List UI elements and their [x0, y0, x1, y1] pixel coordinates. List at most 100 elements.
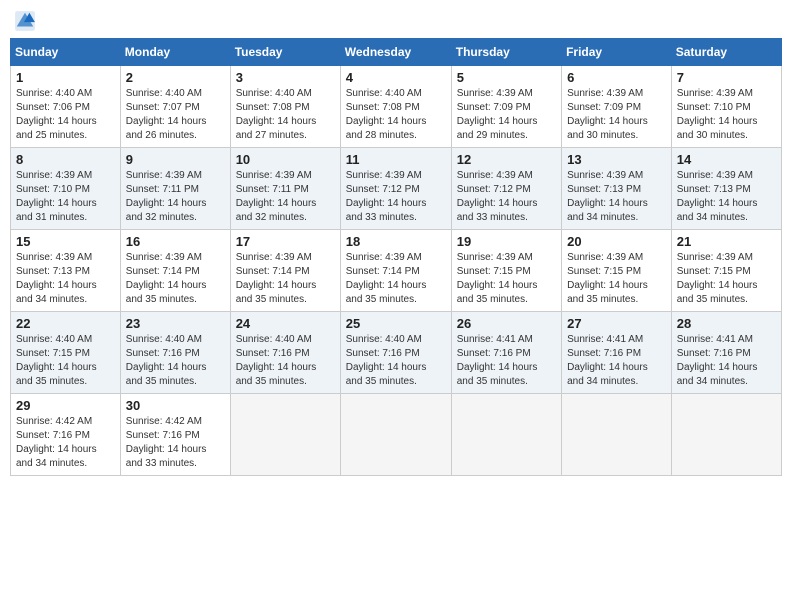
calendar-day-cell	[562, 394, 672, 476]
day-number: 8	[16, 152, 115, 167]
day-number: 1	[16, 70, 115, 85]
day-info: Sunrise: 4:39 AMSunset: 7:15 PMDaylight:…	[677, 251, 776, 307]
day-info: Sunrise: 4:39 AMSunset: 7:13 PMDaylight:…	[567, 169, 666, 225]
calendar-day-cell	[671, 394, 781, 476]
day-number: 17	[236, 234, 335, 249]
calendar-day-cell: 29 Sunrise: 4:42 AMSunset: 7:16 PMDaylig…	[11, 394, 121, 476]
calendar-week-row: 15 Sunrise: 4:39 AMSunset: 7:13 PMDaylig…	[11, 230, 782, 312]
calendar-day-cell: 6 Sunrise: 4:39 AMSunset: 7:09 PMDayligh…	[562, 66, 672, 148]
day-number: 19	[457, 234, 556, 249]
header-tuesday: Tuesday	[230, 39, 340, 66]
header-monday: Monday	[120, 39, 230, 66]
day-number: 20	[567, 234, 666, 249]
calendar-day-cell: 2 Sunrise: 4:40 AMSunset: 7:07 PMDayligh…	[120, 66, 230, 148]
calendar-week-row: 22 Sunrise: 4:40 AMSunset: 7:15 PMDaylig…	[11, 312, 782, 394]
day-info: Sunrise: 4:42 AMSunset: 7:16 PMDaylight:…	[16, 415, 115, 471]
day-info: Sunrise: 4:40 AMSunset: 7:15 PMDaylight:…	[16, 333, 115, 389]
calendar-day-cell: 8 Sunrise: 4:39 AMSunset: 7:10 PMDayligh…	[11, 148, 121, 230]
logo-icon	[14, 10, 36, 32]
calendar-day-cell: 4 Sunrise: 4:40 AMSunset: 7:08 PMDayligh…	[340, 66, 451, 148]
calendar-day-cell: 5 Sunrise: 4:39 AMSunset: 7:09 PMDayligh…	[451, 66, 561, 148]
calendar-day-cell	[340, 394, 451, 476]
day-info: Sunrise: 4:41 AMSunset: 7:16 PMDaylight:…	[677, 333, 776, 389]
day-info: Sunrise: 4:39 AMSunset: 7:15 PMDaylight:…	[457, 251, 556, 307]
calendar-day-cell: 7 Sunrise: 4:39 AMSunset: 7:10 PMDayligh…	[671, 66, 781, 148]
header-saturday: Saturday	[671, 39, 781, 66]
day-info: Sunrise: 4:42 AMSunset: 7:16 PMDaylight:…	[126, 415, 225, 471]
day-info: Sunrise: 4:39 AMSunset: 7:14 PMDaylight:…	[236, 251, 335, 307]
day-number: 10	[236, 152, 335, 167]
calendar-day-cell: 23 Sunrise: 4:40 AMSunset: 7:16 PMDaylig…	[120, 312, 230, 394]
header-friday: Friday	[562, 39, 672, 66]
calendar-day-cell: 21 Sunrise: 4:39 AMSunset: 7:15 PMDaylig…	[671, 230, 781, 312]
header-thursday: Thursday	[451, 39, 561, 66]
logo	[14, 10, 40, 32]
day-number: 5	[457, 70, 556, 85]
page-header	[10, 10, 782, 32]
day-number: 12	[457, 152, 556, 167]
calendar-day-cell: 10 Sunrise: 4:39 AMSunset: 7:11 PMDaylig…	[230, 148, 340, 230]
day-info: Sunrise: 4:39 AMSunset: 7:09 PMDaylight:…	[567, 87, 666, 143]
calendar-day-cell: 3 Sunrise: 4:40 AMSunset: 7:08 PMDayligh…	[230, 66, 340, 148]
calendar-day-cell: 9 Sunrise: 4:39 AMSunset: 7:11 PMDayligh…	[120, 148, 230, 230]
day-number: 30	[126, 398, 225, 413]
day-info: Sunrise: 4:40 AMSunset: 7:16 PMDaylight:…	[236, 333, 335, 389]
day-info: Sunrise: 4:40 AMSunset: 7:16 PMDaylight:…	[126, 333, 225, 389]
day-info: Sunrise: 4:40 AMSunset: 7:08 PMDaylight:…	[236, 87, 335, 143]
day-info: Sunrise: 4:39 AMSunset: 7:13 PMDaylight:…	[16, 251, 115, 307]
calendar-day-cell: 11 Sunrise: 4:39 AMSunset: 7:12 PMDaylig…	[340, 148, 451, 230]
calendar-week-row: 1 Sunrise: 4:40 AMSunset: 7:06 PMDayligh…	[11, 66, 782, 148]
day-number: 23	[126, 316, 225, 331]
calendar-day-cell: 14 Sunrise: 4:39 AMSunset: 7:13 PMDaylig…	[671, 148, 781, 230]
day-info: Sunrise: 4:39 AMSunset: 7:11 PMDaylight:…	[126, 169, 225, 225]
day-number: 13	[567, 152, 666, 167]
calendar-table: Sunday Monday Tuesday Wednesday Thursday…	[10, 38, 782, 476]
day-number: 14	[677, 152, 776, 167]
day-info: Sunrise: 4:39 AMSunset: 7:12 PMDaylight:…	[346, 169, 446, 225]
header-sunday: Sunday	[11, 39, 121, 66]
day-info: Sunrise: 4:40 AMSunset: 7:08 PMDaylight:…	[346, 87, 446, 143]
calendar-day-cell: 1 Sunrise: 4:40 AMSunset: 7:06 PMDayligh…	[11, 66, 121, 148]
day-info: Sunrise: 4:40 AMSunset: 7:06 PMDaylight:…	[16, 87, 115, 143]
calendar-day-cell: 22 Sunrise: 4:40 AMSunset: 7:15 PMDaylig…	[11, 312, 121, 394]
day-number: 26	[457, 316, 556, 331]
calendar-day-cell: 13 Sunrise: 4:39 AMSunset: 7:13 PMDaylig…	[562, 148, 672, 230]
calendar-day-cell: 16 Sunrise: 4:39 AMSunset: 7:14 PMDaylig…	[120, 230, 230, 312]
day-number: 3	[236, 70, 335, 85]
calendar-day-cell: 20 Sunrise: 4:39 AMSunset: 7:15 PMDaylig…	[562, 230, 672, 312]
day-number: 27	[567, 316, 666, 331]
calendar-day-cell: 24 Sunrise: 4:40 AMSunset: 7:16 PMDaylig…	[230, 312, 340, 394]
day-number: 11	[346, 152, 446, 167]
calendar-week-row: 8 Sunrise: 4:39 AMSunset: 7:10 PMDayligh…	[11, 148, 782, 230]
day-number: 24	[236, 316, 335, 331]
calendar-day-cell: 12 Sunrise: 4:39 AMSunset: 7:12 PMDaylig…	[451, 148, 561, 230]
day-info: Sunrise: 4:39 AMSunset: 7:14 PMDaylight:…	[126, 251, 225, 307]
day-info: Sunrise: 4:39 AMSunset: 7:12 PMDaylight:…	[457, 169, 556, 225]
day-info: Sunrise: 4:39 AMSunset: 7:11 PMDaylight:…	[236, 169, 335, 225]
day-info: Sunrise: 4:39 AMSunset: 7:10 PMDaylight:…	[16, 169, 115, 225]
day-number: 28	[677, 316, 776, 331]
calendar-day-cell: 30 Sunrise: 4:42 AMSunset: 7:16 PMDaylig…	[120, 394, 230, 476]
day-number: 16	[126, 234, 225, 249]
calendar-day-cell: 18 Sunrise: 4:39 AMSunset: 7:14 PMDaylig…	[340, 230, 451, 312]
day-number: 2	[126, 70, 225, 85]
day-info: Sunrise: 4:39 AMSunset: 7:15 PMDaylight:…	[567, 251, 666, 307]
day-info: Sunrise: 4:41 AMSunset: 7:16 PMDaylight:…	[457, 333, 556, 389]
day-number: 18	[346, 234, 446, 249]
calendar-week-row: 29 Sunrise: 4:42 AMSunset: 7:16 PMDaylig…	[11, 394, 782, 476]
day-info: Sunrise: 4:40 AMSunset: 7:07 PMDaylight:…	[126, 87, 225, 143]
calendar-day-cell: 25 Sunrise: 4:40 AMSunset: 7:16 PMDaylig…	[340, 312, 451, 394]
calendar-day-cell: 27 Sunrise: 4:41 AMSunset: 7:16 PMDaylig…	[562, 312, 672, 394]
weekday-header-row: Sunday Monday Tuesday Wednesday Thursday…	[11, 39, 782, 66]
day-number: 9	[126, 152, 225, 167]
day-number: 29	[16, 398, 115, 413]
calendar-day-cell: 19 Sunrise: 4:39 AMSunset: 7:15 PMDaylig…	[451, 230, 561, 312]
calendar-day-cell	[451, 394, 561, 476]
day-info: Sunrise: 4:39 AMSunset: 7:14 PMDaylight:…	[346, 251, 446, 307]
day-number: 25	[346, 316, 446, 331]
day-number: 6	[567, 70, 666, 85]
day-info: Sunrise: 4:39 AMSunset: 7:10 PMDaylight:…	[677, 87, 776, 143]
day-number: 21	[677, 234, 776, 249]
calendar-day-cell: 15 Sunrise: 4:39 AMSunset: 7:13 PMDaylig…	[11, 230, 121, 312]
calendar-day-cell: 17 Sunrise: 4:39 AMSunset: 7:14 PMDaylig…	[230, 230, 340, 312]
